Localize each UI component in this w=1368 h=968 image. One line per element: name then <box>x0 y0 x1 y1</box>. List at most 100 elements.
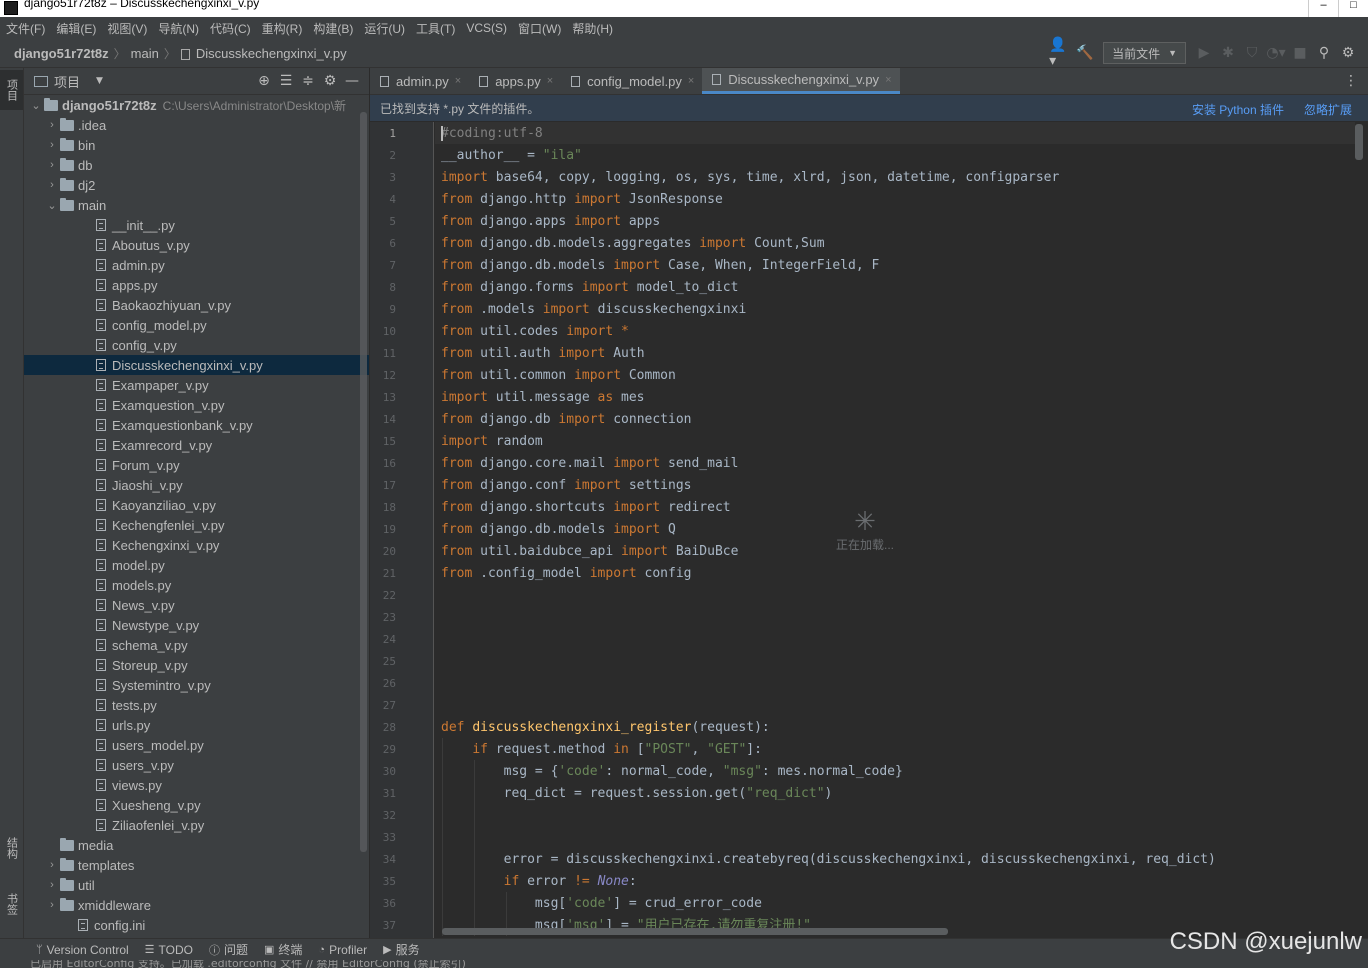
tree-item-file[interactable]: urls.py <box>24 715 369 735</box>
close-icon[interactable]: × <box>455 75 461 87</box>
panel-settings-gear-icon[interactable]: ⚙ <box>319 71 341 91</box>
menu-item[interactable]: 导航(N) <box>158 20 199 37</box>
tree-item-folder[interactable]: › templates <box>24 855 369 875</box>
menu-item[interactable]: 窗口(W) <box>518 20 561 37</box>
breadcrumb-folder[interactable]: main <box>131 46 159 61</box>
bottom-tab[interactable]: ▣ 终端 <box>264 941 302 958</box>
settings-gear-icon[interactable]: ⚙ <box>1336 42 1360 64</box>
breadcrumb-file[interactable]: Discusskechengxinxi_v.py <box>196 46 347 61</box>
close-icon[interactable]: × <box>688 75 694 87</box>
tree-item-folder[interactable]: › bin <box>24 135 369 155</box>
bottom-tab[interactable]: ☰ TODO <box>145 943 193 957</box>
chevron-down-icon[interactable]: ▼ <box>96 76 103 86</box>
tree-item-file[interactable]: config_model.py <box>24 315 369 335</box>
tree-item-folder[interactable]: › db <box>24 155 369 175</box>
run-icon[interactable]: ▶ <box>1192 42 1216 64</box>
menu-item[interactable]: VCS(S) <box>466 21 507 35</box>
menu-item[interactable]: 视图(V) <box>107 20 147 37</box>
strip-tab-project[interactable]: 项目 <box>0 70 23 110</box>
tree-item-file[interactable]: Kechengxinxi_v.py <box>24 535 369 555</box>
tree-item-file[interactable]: config.ini <box>24 915 369 935</box>
build-hammer-icon[interactable]: 🔨 <box>1073 42 1097 64</box>
tree-item-file[interactable]: users_model.py <box>24 735 369 755</box>
tree-item-folder[interactable]: › .idea <box>24 115 369 135</box>
editor-tab[interactable]: config_model.py × <box>561 68 702 94</box>
editor-tab[interactable]: admin.py × <box>370 68 469 94</box>
tree-item-file[interactable]: tests.py <box>24 695 369 715</box>
line-number-gutter[interactable]: 1 2 3 4 5 6 7 8 9 10 11 12 13 14 15 16 17 18 19 20 21 22 23 24 2… <box>370 122 434 938</box>
tree-item-file[interactable]: Newstype_v.py <box>24 615 369 635</box>
breadcrumb-project[interactable]: django51r72t8z <box>14 46 109 61</box>
hide-panel-icon[interactable]: — <box>341 71 363 91</box>
chevron-right-icon[interactable]: › <box>44 859 60 871</box>
menu-item[interactable]: 构建(B) <box>313 20 353 37</box>
tree-item-file[interactable]: schema_v.py <box>24 635 369 655</box>
tree-item-folder[interactable]: › dj2 <box>24 175 369 195</box>
chevron-right-icon[interactable]: › <box>44 159 60 171</box>
expand-all-icon[interactable]: ☰ <box>275 71 297 91</box>
chevron-right-icon[interactable]: › <box>44 899 60 911</box>
coverage-icon[interactable]: ⛉ <box>1240 42 1264 64</box>
tree-item-file[interactable]: Discusskechengxinxi_v.py <box>24 355 369 375</box>
tree-item-file[interactable]: Examquestion_v.py <box>24 395 369 415</box>
code-editor[interactable]: #coding:utf-8 __author__ = "ila" import ba… <box>441 122 1353 938</box>
menu-item[interactable]: 文件(F) <box>6 20 45 37</box>
tree-item-file[interactable]: views.py <box>24 775 369 795</box>
search-icon[interactable]: ⚲ <box>1312 42 1336 64</box>
ignore-extension-link[interactable]: 忽略扩展 <box>1304 101 1352 118</box>
project-panel-title[interactable]: 项目 <box>54 72 80 91</box>
tree-item-file[interactable]: Ziliaofenlei_v.py <box>24 815 369 835</box>
menu-item[interactable]: 重构(R) <box>262 20 303 37</box>
tree-item-file[interactable]: Exampaper_v.py <box>24 375 369 395</box>
tree-item-file[interactable]: Kaoyanziliao_v.py <box>24 495 369 515</box>
tree-item-file[interactable]: Examquestionbank_v.py <box>24 415 369 435</box>
menu-item[interactable]: 代码(C) <box>210 20 251 37</box>
locate-file-icon[interactable]: ⊕ <box>253 71 275 91</box>
chevron-down-icon[interactable]: ⌄ <box>28 99 44 112</box>
tree-item-file[interactable]: admin.py <box>24 255 369 275</box>
tree-item-file[interactable]: __init__.py <box>24 215 369 235</box>
tree-item-file[interactable]: Baokaozhiyuan_v.py <box>24 295 369 315</box>
collapse-all-icon[interactable]: ≑ <box>297 71 319 91</box>
chevron-right-icon[interactable]: › <box>44 119 60 131</box>
tree-item-file[interactable]: Forum_v.py <box>24 455 369 475</box>
tree-item-project-root[interactable]: ⌄ django51r72t8z C:\Users\Administrator\De… <box>24 95 369 115</box>
user-icon[interactable]: 👤▾ <box>1049 37 1073 69</box>
menu-item[interactable]: 工具(T) <box>416 20 455 37</box>
tree-item-file[interactable]: Kechengfenlei_v.py <box>24 515 369 535</box>
bottom-tab[interactable]: ⓘ 问题 <box>209 941 248 958</box>
tree-item-file[interactable]: apps.py <box>24 275 369 295</box>
editor-tab[interactable]: apps.py × <box>469 68 561 94</box>
strip-tab-structure[interactable]: 结构 <box>0 824 23 872</box>
strip-tab-bookmarks[interactable]: 书签 <box>0 880 23 928</box>
chevron-right-icon[interactable]: › <box>44 879 60 891</box>
tree-item-file[interactable]: model.py <box>24 555 369 575</box>
debug-icon[interactable]: ✱ <box>1216 42 1240 64</box>
editor-vertical-scrollbar[interactable] <box>1355 124 1363 160</box>
stop-icon[interactable]: ■ <box>1288 42 1312 64</box>
maximize-button[interactable]: □ <box>1338 0 1368 17</box>
minimize-button[interactable]: – <box>1308 0 1338 17</box>
chevron-down-icon[interactable]: ⌄ <box>44 199 60 212</box>
close-icon[interactable]: × <box>547 75 553 87</box>
tree-item-file[interactable]: models.py <box>24 575 369 595</box>
tree-item-file[interactable]: Systemintro_v.py <box>24 675 369 695</box>
tree-item-folder-main[interactable]: ⌄ main <box>24 195 369 215</box>
bottom-tab[interactable]: ◔ Profiler <box>318 943 367 957</box>
tree-item-folder[interactable]: media <box>24 835 369 855</box>
editor-horizontal-scrollbar[interactable] <box>442 928 948 935</box>
bottom-tab[interactable]: ᛘ Version Control <box>36 943 129 957</box>
bottom-tab[interactable]: ▶ 服务 <box>383 941 419 958</box>
tree-item-folder[interactable]: › xmiddleware <box>24 895 369 915</box>
tree-item-file[interactable]: Examrecord_v.py <box>24 435 369 455</box>
menu-item[interactable]: 运行(U) <box>364 20 405 37</box>
more-vertical-icon[interactable]: ⋮ <box>1344 73 1358 89</box>
tree-item-file[interactable]: Jiaoshi_v.py <box>24 475 369 495</box>
run-config-dropdown[interactable]: 当前文件 ▼ <box>1103 42 1186 64</box>
tree-item-file[interactable]: Aboutus_v.py <box>24 235 369 255</box>
menu-item[interactable]: 编辑(E) <box>56 20 96 37</box>
profile-icon[interactable]: ◔▾ <box>1264 42 1288 64</box>
tree-item-file[interactable]: Storeup_v.py <box>24 655 369 675</box>
close-icon[interactable]: × <box>885 74 891 86</box>
menu-item[interactable]: 帮助(H) <box>572 20 613 37</box>
